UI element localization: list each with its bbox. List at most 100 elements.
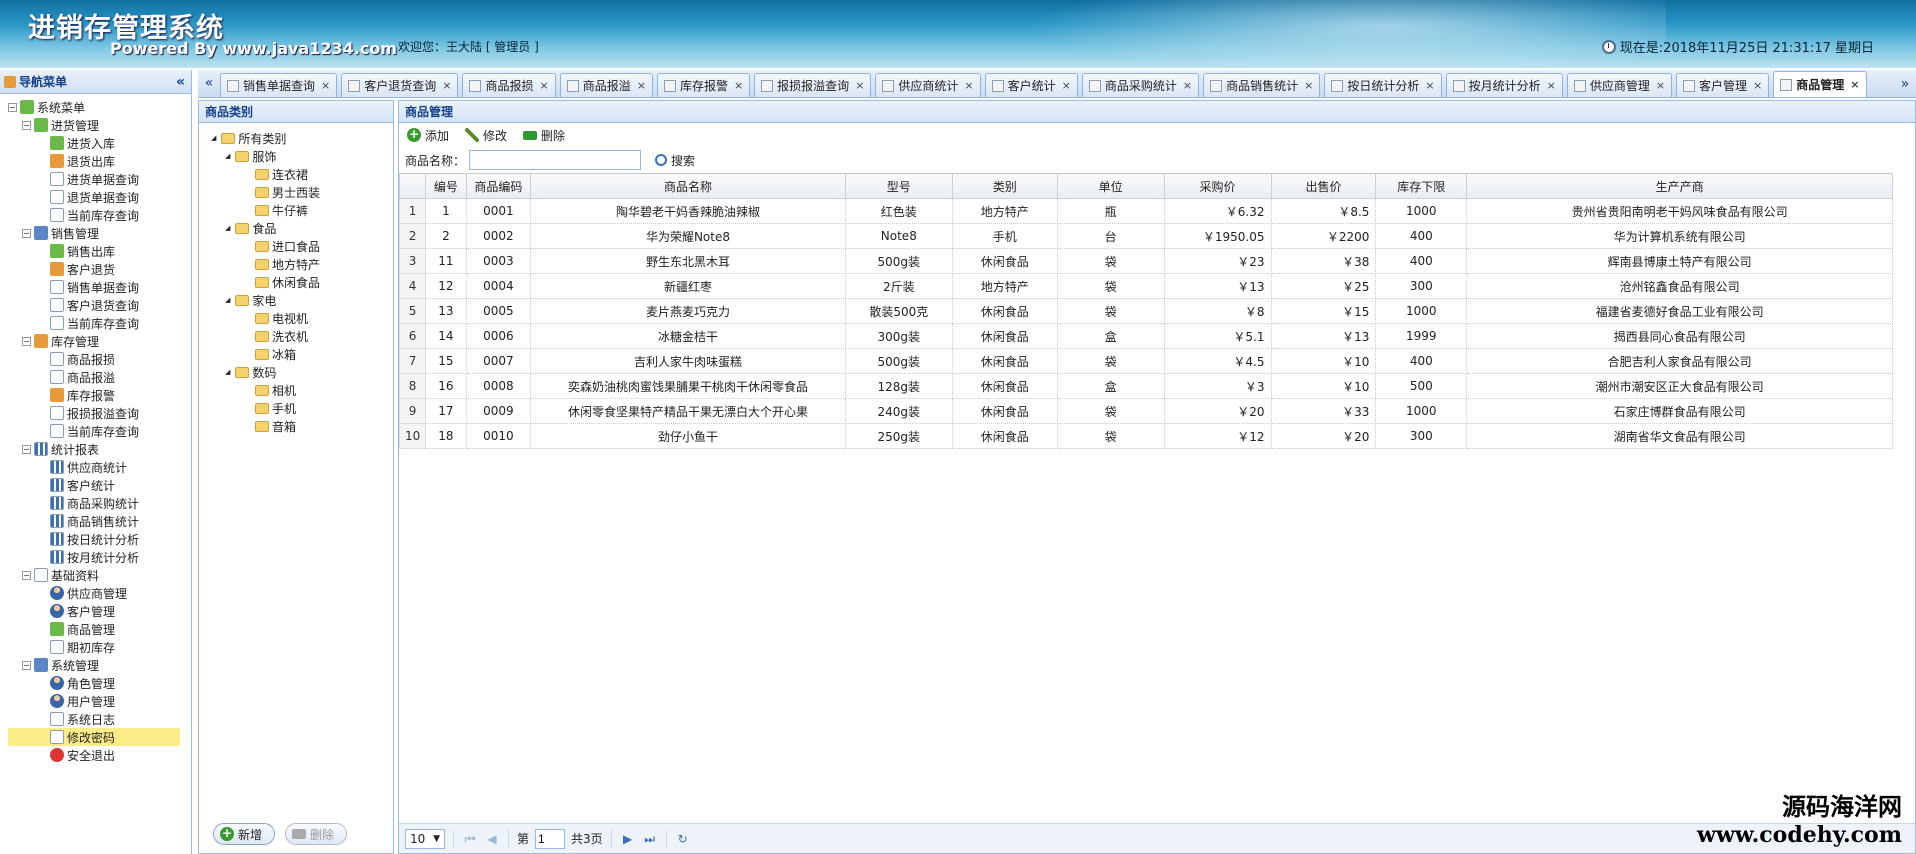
tab-5[interactable]: 报损报溢查询 × <box>754 73 872 97</box>
category-group[interactable]: ◢ 数码 <box>211 363 393 381</box>
category-root[interactable]: ◢ 所有类别 <box>211 129 393 147</box>
nav-item[interactable]: 商品报溢 <box>8 368 191 386</box>
table-row[interactable]: 3 11 0003 野生东北黑木耳 500g装 休闲食品袋 ￥23 ￥38 400 辉南县博康土特… <box>398 248 1893 274</box>
table-row[interactable]: 4 12 0004 新疆红枣 2斤装 地方特产袋 ￥13 ￥25 300 沧州铭鑫食品有限公司 <box>398 273 1893 299</box>
nav-group[interactable]: − 销售管理 <box>8 224 191 242</box>
page-size-select[interactable]: 10 ▼ <box>405 828 445 849</box>
table-row[interactable]: 2 2 0002 华为荣耀Note8 Note8 手机台 ￥1950.05 ￥2200 400 华… <box>398 223 1893 249</box>
close-icon[interactable]: × <box>1304 79 1313 92</box>
nav-group[interactable]: − 进货管理 <box>8 116 191 134</box>
nav-item[interactable]: 退货单据查询 <box>8 188 191 206</box>
tab-7[interactable]: 客户统计 × <box>984 73 1078 97</box>
tab-0[interactable]: 销售单据查询 × <box>220 73 338 97</box>
collapse-toggle-icon[interactable]: − <box>22 570 31 580</box>
nav-item[interactable]: 按日统计分析 <box>8 530 191 548</box>
column-header[interactable]: 型号 <box>844 173 953 199</box>
nav-item[interactable]: 供应商统计 <box>8 458 191 476</box>
column-header[interactable]: 类别 <box>951 173 1058 199</box>
nav-item[interactable]: 期初库存 <box>8 638 191 656</box>
tab-10[interactable]: 按日统计分析 × <box>1324 73 1442 97</box>
table-row[interactable]: 9 17 0009 休闲零食坚果特产精品干果无漂白大个开心果 240g装 休闲食品袋 ￥20… <box>398 398 1893 424</box>
category-item[interactable]: 牛仔裤 <box>211 201 393 219</box>
close-icon[interactable]: × <box>539 79 548 92</box>
table-row[interactable]: 5 13 0005 麦片燕麦巧克力 散装500克 休闲食品袋 ￥8 ￥15 1000 福建省麦德好… <box>398 298 1893 324</box>
column-header[interactable]: 单位 <box>1056 173 1165 199</box>
category-item[interactable]: 地方特产 <box>211 255 393 273</box>
nav-item[interactable]: 报损报溢查询 <box>8 404 191 422</box>
close-icon[interactable]: × <box>1850 78 1859 91</box>
nav-item[interactable]: 客户退货查询 <box>8 296 191 314</box>
column-header[interactable]: 编号 <box>425 173 467 199</box>
column-header[interactable] <box>398 173 427 199</box>
table-row[interactable]: 8 16 0008 奕森奶油桃肉蜜饯果脯果干桃肉干休闲零食品 128g装 休闲食品盒 ￥3 ￥… <box>398 373 1893 399</box>
collapse-toggle-icon[interactable]: − <box>8 102 17 112</box>
nav-group[interactable]: − 统计报表 <box>8 440 191 458</box>
nav-item[interactable]: 系统日志 <box>8 710 191 728</box>
nav-group[interactable]: − 基础资料 <box>8 566 191 584</box>
tab-11[interactable]: 按月统计分析 × <box>1445 73 1563 97</box>
delete-category-button[interactable]: 删除 <box>285 823 348 845</box>
category-group[interactable]: ◢ 服饰 <box>211 147 393 165</box>
nav-item[interactable]: 客户退货 <box>8 260 191 278</box>
nav-root[interactable]: − 系统菜单 <box>8 98 191 116</box>
tab-6[interactable]: 供应商统计 × <box>875 73 981 97</box>
nav-item[interactable]: 商品销售统计 <box>8 512 191 530</box>
nav-item[interactable]: 当前库存查询 <box>8 314 191 332</box>
tab-3[interactable]: 商品报溢 × <box>559 73 653 97</box>
tab-12[interactable]: 供应商管理 × <box>1566 73 1673 97</box>
collapse-toggle-icon[interactable]: − <box>22 444 31 454</box>
nav-item[interactable]: 当前库存查询 <box>8 206 191 224</box>
nav-item[interactable]: 商品管理 <box>8 620 191 638</box>
table-row[interactable]: 10 18 0010 劲仔小鱼干 250g装 休闲食品袋 ￥12 ￥20 300 湖南省华文食品有… <box>398 423 1893 449</box>
tab-9[interactable]: 商品销售统计 × <box>1203 73 1321 97</box>
nav-item[interactable]: 商品报损 <box>8 350 191 368</box>
tab-scroll-right-icon[interactable]: » <box>1898 72 1912 97</box>
tab-8[interactable]: 商品采购统计 × <box>1081 73 1200 97</box>
close-icon[interactable]: × <box>1547 79 1556 92</box>
collapse-toggle-icon[interactable]: − <box>22 120 31 130</box>
tab-1[interactable]: 客户退货查询 × <box>341 73 459 97</box>
search-button[interactable]: 搜索 <box>655 152 695 169</box>
nav-item[interactable]: 安全退出 <box>8 746 191 764</box>
category-item[interactable]: 电视机 <box>211 309 393 327</box>
add-category-button[interactable]: + 新增 <box>213 823 276 845</box>
delete-product-button[interactable]: 删除 <box>523 127 565 144</box>
next-page-icon[interactable]: ▶ <box>620 831 636 847</box>
column-header[interactable]: 库存下限 <box>1375 173 1468 199</box>
nav-item[interactable]: 客户统计 <box>8 476 191 494</box>
close-icon[interactable]: × <box>1183 79 1192 92</box>
nav-group[interactable]: − 库存管理 <box>8 332 191 350</box>
column-header[interactable]: 生产产商 <box>1466 173 1893 199</box>
collapse-toggle-icon[interactable]: − <box>22 228 31 238</box>
expand-arrow-icon[interactable]: ◢ <box>225 296 230 304</box>
nav-item[interactable]: 用户管理 <box>8 692 191 710</box>
prev-page-icon[interactable]: ◀ <box>484 831 500 847</box>
category-item[interactable]: 洗衣机 <box>211 327 393 345</box>
nav-item[interactable]: 当前库存查询 <box>8 422 191 440</box>
nav-item[interactable]: 客户管理 <box>8 602 191 620</box>
nav-item[interactable]: 销售出库 <box>8 242 191 260</box>
category-item[interactable]: 进口食品 <box>211 237 393 255</box>
nav-item[interactable]: 修改密码 <box>8 728 180 746</box>
nav-item[interactable]: 销售单据查询 <box>8 278 191 296</box>
nav-item[interactable]: 商品采购统计 <box>8 494 191 512</box>
category-item[interactable]: 相机 <box>211 381 393 399</box>
product-name-input[interactable] <box>469 150 642 170</box>
close-icon[interactable]: × <box>1753 79 1762 92</box>
category-group[interactable]: ◢ 食品 <box>211 219 393 237</box>
refresh-icon[interactable]: ↻ <box>675 831 691 847</box>
expand-arrow-icon[interactable]: ◢ <box>225 368 230 376</box>
tab-scroll-left-icon[interactable]: « <box>202 71 216 97</box>
nav-item[interactable]: 供应商管理 <box>8 584 191 602</box>
page-number-input[interactable] <box>535 828 566 849</box>
category-group[interactable]: ◢ 家电 <box>211 291 393 309</box>
collapse-toggle-icon[interactable]: − <box>22 336 31 346</box>
nav-item[interactable]: 按月统计分析 <box>8 548 191 566</box>
category-item[interactable]: 音箱 <box>211 417 393 435</box>
nav-item[interactable]: 库存报警 <box>8 386 191 404</box>
expand-arrow-icon[interactable]: ◢ <box>211 134 216 142</box>
column-header[interactable]: 采购价 <box>1163 173 1272 199</box>
category-item[interactable]: 手机 <box>211 399 393 417</box>
edit-product-button[interactable]: 修改 <box>465 127 507 144</box>
tab-4[interactable]: 库存报警 × <box>656 73 751 97</box>
